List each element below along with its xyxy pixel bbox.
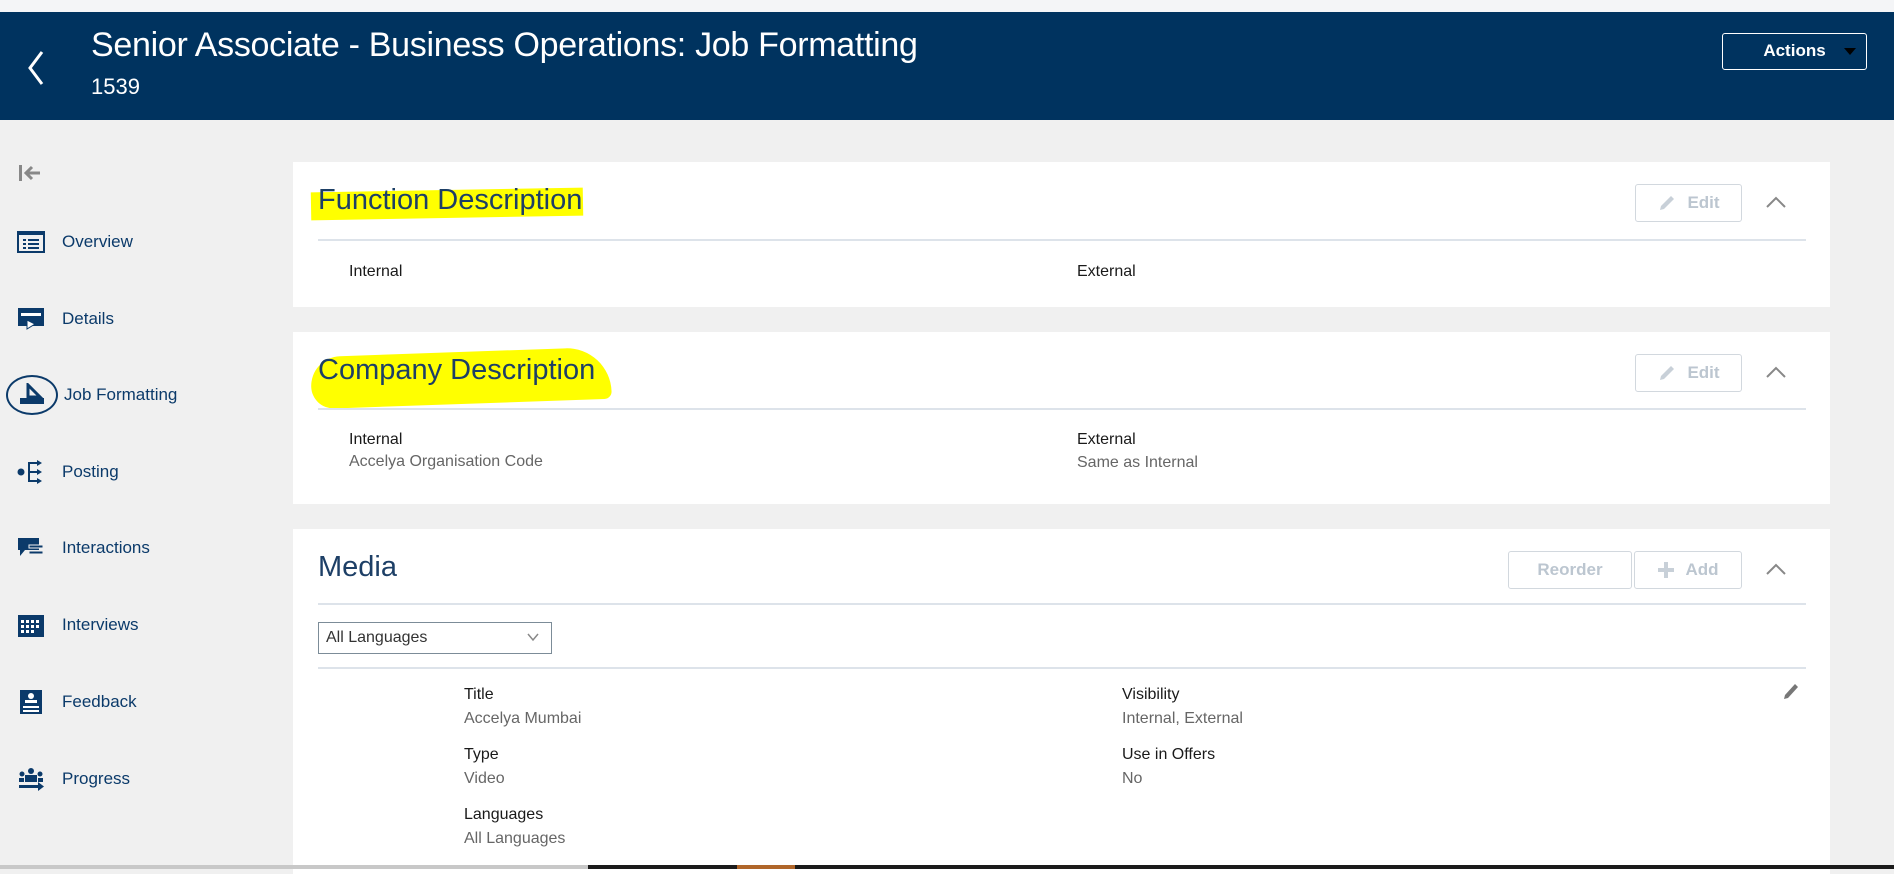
sidebar-item-progress[interactable]: Progress [0, 759, 280, 799]
interactions-icon [16, 533, 46, 563]
pencil-icon [1660, 366, 1675, 380]
sidebar-item-label: Interactions [62, 538, 150, 557]
sidebar-item-details[interactable]: Details [0, 299, 280, 339]
function-description-panel: Function Description Edit Internal Exter… [293, 162, 1830, 307]
section-title: Company Description [318, 354, 596, 386]
divider [318, 408, 1806, 410]
add-label: Add [1685, 560, 1719, 579]
sidebar-item-label: Details [62, 309, 114, 328]
sidebar-item-label: Interviews [62, 615, 139, 634]
collapse-chevron-icon[interactable] [1764, 194, 1788, 210]
languages-label: Languages [464, 806, 544, 823]
sidebar-item-label: Posting [62, 462, 119, 481]
type-label: Type [464, 746, 499, 763]
collapse-chevron-icon[interactable] [1764, 364, 1788, 380]
media-title-value: Accelya Mumbai [464, 710, 582, 727]
chevron-down-icon [527, 633, 539, 642]
company-description-panel: Company Description Edit Internal Accely… [293, 332, 1830, 504]
language-select-value: All Languages [326, 629, 428, 646]
type-value: Video [464, 770, 505, 787]
sidebar-item-interviews[interactable]: Interviews [0, 605, 280, 645]
page-title: Senior Associate - Business Operations: … [91, 26, 918, 64]
pencil-icon [1660, 196, 1675, 210]
actions-label: Actions [1763, 41, 1826, 60]
sidebar-item-label: Feedback [62, 692, 137, 711]
sidebar-item-overview[interactable]: Overview [0, 222, 280, 262]
collapse-sidebar-icon[interactable] [18, 163, 42, 183]
sidebar-item-label: Overview [62, 232, 133, 251]
external-value: Same as Internal [1077, 454, 1198, 471]
edit-label: Edit [1687, 193, 1720, 212]
languages-value: All Languages [464, 830, 566, 847]
divider [318, 239, 1806, 241]
posting-icon [16, 457, 46, 487]
taskbar-strip [0, 865, 1894, 869]
sidebar-item-label: Progress [62, 769, 131, 788]
external-label: External [1077, 431, 1136, 448]
edit-button[interactable]: Edit [1635, 184, 1742, 222]
sidebar-item-job-formatting[interactable]: Job Formatting [0, 375, 280, 415]
section-title: Media [318, 551, 397, 583]
add-button[interactable]: Add [1634, 551, 1742, 589]
internal-label: Internal [349, 431, 403, 448]
feedback-icon [16, 687, 46, 717]
sidebar-item-interactions[interactable]: Interactions [0, 528, 280, 568]
progress-icon [16, 764, 46, 794]
edit-button[interactable]: Edit [1635, 354, 1742, 392]
media-panel: Media Reorder Add All Languages Title Ac… [293, 529, 1830, 874]
requisition-number: 1539 [91, 74, 140, 99]
use-in-offers-value: No [1122, 770, 1143, 787]
calendar-icon [16, 610, 46, 640]
caret-down-icon [1844, 48, 1856, 55]
plus-icon [1658, 562, 1675, 578]
overview-icon [16, 227, 46, 257]
sidebar-item-feedback[interactable]: Feedback [0, 682, 280, 722]
sidebar-item-label: Job Formatting [64, 385, 178, 404]
visibility-label: Visibility [1122, 686, 1180, 703]
external-label: External [1077, 263, 1136, 280]
actions-button[interactable]: Actions [1722, 33, 1867, 70]
edit-label: Edit [1687, 363, 1720, 382]
job-formatting-icon [6, 375, 58, 415]
use-in-offers-label: Use in Offers [1122, 746, 1216, 763]
language-select[interactable]: All Languages [318, 622, 552, 654]
edit-media-pencil-icon[interactable] [1781, 681, 1801, 701]
collapse-chevron-icon[interactable] [1764, 561, 1788, 577]
reorder-label: Reorder [1537, 560, 1603, 579]
details-icon [16, 304, 46, 334]
divider [318, 667, 1806, 669]
reorder-button[interactable]: Reorder [1508, 551, 1632, 589]
section-title: Function Description [318, 184, 583, 216]
internal-label: Internal [349, 263, 403, 280]
media-title-label: Title [464, 686, 494, 703]
visibility-value: Internal, External [1122, 710, 1243, 727]
sidebar-item-posting[interactable]: Posting [0, 452, 280, 492]
divider [318, 603, 1806, 605]
internal-value: Accelya Organisation Code [349, 453, 543, 470]
page-header: Senior Associate - Business Operations: … [0, 12, 1894, 120]
top-strip [0, 0, 1894, 12]
back-chevron-icon[interactable] [22, 46, 52, 90]
